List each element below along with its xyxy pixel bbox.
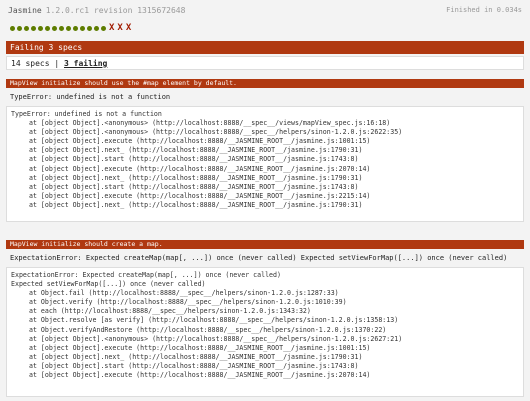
failed-spec-mark: X [117, 23, 123, 33]
spec-progress-dots: XXX [10, 23, 131, 33]
passed-spec-dot [52, 25, 57, 31]
header: Jasmine 1.2.0.rc1 revision 1315672648 Fin… [8, 6, 522, 20]
failed-spec-mark: X [125, 23, 132, 33]
stack-trace: ExpectationError: Expected createMap(map… [6, 267, 524, 397]
trace-line: at [object Object].start (http://localho… [29, 182, 359, 191]
passed-spec-dot [10, 25, 15, 31]
trace-line: at [object Object].<anonymous> (http://l… [29, 334, 403, 343]
error-message: TypeError: undefined is not a function [6, 91, 524, 104]
passed-spec-dot [45, 25, 50, 31]
app-title: Jasmine 1.2.0.rc1 revision 1315672648 [8, 6, 186, 15]
trace-line: at [object Object].next_ (http://localho… [29, 173, 363, 182]
failing-link[interactable]: 3 failing [64, 59, 107, 68]
passed-spec-dot [38, 25, 43, 31]
trace-line: ExpectationError: Expected createMap(map… [11, 271, 281, 279]
passed-spec-dot [73, 25, 78, 31]
separator: | [54, 59, 60, 68]
trace-line: at [object Object].start (http://localho… [29, 361, 359, 370]
passed-spec-dot [87, 25, 92, 31]
passed-spec-dot [66, 25, 71, 31]
trace-line: at [object Object].execute (http://local… [29, 164, 371, 173]
trace-line: at each (http://localhost:8888/__spec__/… [29, 307, 311, 316]
specs-count: 14 specs [11, 59, 50, 68]
spec-title[interactable]: MapView initialize should use the #map e… [6, 79, 524, 88]
passed-spec-dot [80, 25, 85, 31]
passed-spec-dot [31, 25, 36, 31]
finished-time: Finished in 0.034s [446, 6, 522, 14]
passed-spec-dot [101, 25, 106, 31]
trace-line: at [object Object].start (http://localho… [29, 155, 359, 164]
trace-line: at Object.resolve [as verify] (http://lo… [29, 316, 399, 325]
trace-line: Expected setViewForMap([...]) once (neve… [11, 280, 206, 289]
passed-spec-dot [94, 25, 99, 31]
trace-line: at Object.fail (http://localhost:8888/__… [29, 289, 339, 298]
trace-line: at Object.verifyAndRestore (http://local… [29, 325, 387, 334]
trace-line: at [object Object].execute (http://local… [29, 191, 371, 200]
passed-spec-dot [17, 25, 22, 31]
trace-line: at [object Object].execute (http://local… [29, 343, 371, 352]
trace-line: at [object Object].<anonymous> (http://l… [29, 128, 403, 137]
trace-line: at [object Object].next_ (http://localho… [29, 352, 363, 361]
failed-spec-mark: X [109, 23, 115, 33]
trace-line: at [object Object].next_ (http://localho… [29, 146, 363, 155]
trace-line: at Object.verify (http://localhost:8888/… [29, 298, 347, 307]
trace-line: at [object Object].execute (http://local… [29, 137, 371, 146]
trace-line: TypeError: undefined is not a function [11, 110, 162, 118]
trace-line: at [object Object].<anonymous> (http://l… [29, 119, 391, 128]
failing-bar: Failing 3 specs [6, 41, 524, 54]
results-summary: 14 specs | 3 failing [6, 56, 524, 70]
stack-trace: TypeError: undefined is not a function at… [6, 106, 524, 222]
spec-title[interactable]: MapView initialize should create a map. [6, 240, 524, 249]
trace-line: at [object Object].next_ (http://localho… [29, 200, 363, 209]
version-label: 1.2.0.rc1 revision 1315672648 [45, 6, 186, 15]
error-message: ExpectationError: Expected createMap(map… [6, 252, 524, 265]
passed-spec-dot [59, 25, 64, 31]
trace-line: at [object Object].execute (http://local… [29, 371, 371, 380]
passed-spec-dot [24, 25, 29, 31]
